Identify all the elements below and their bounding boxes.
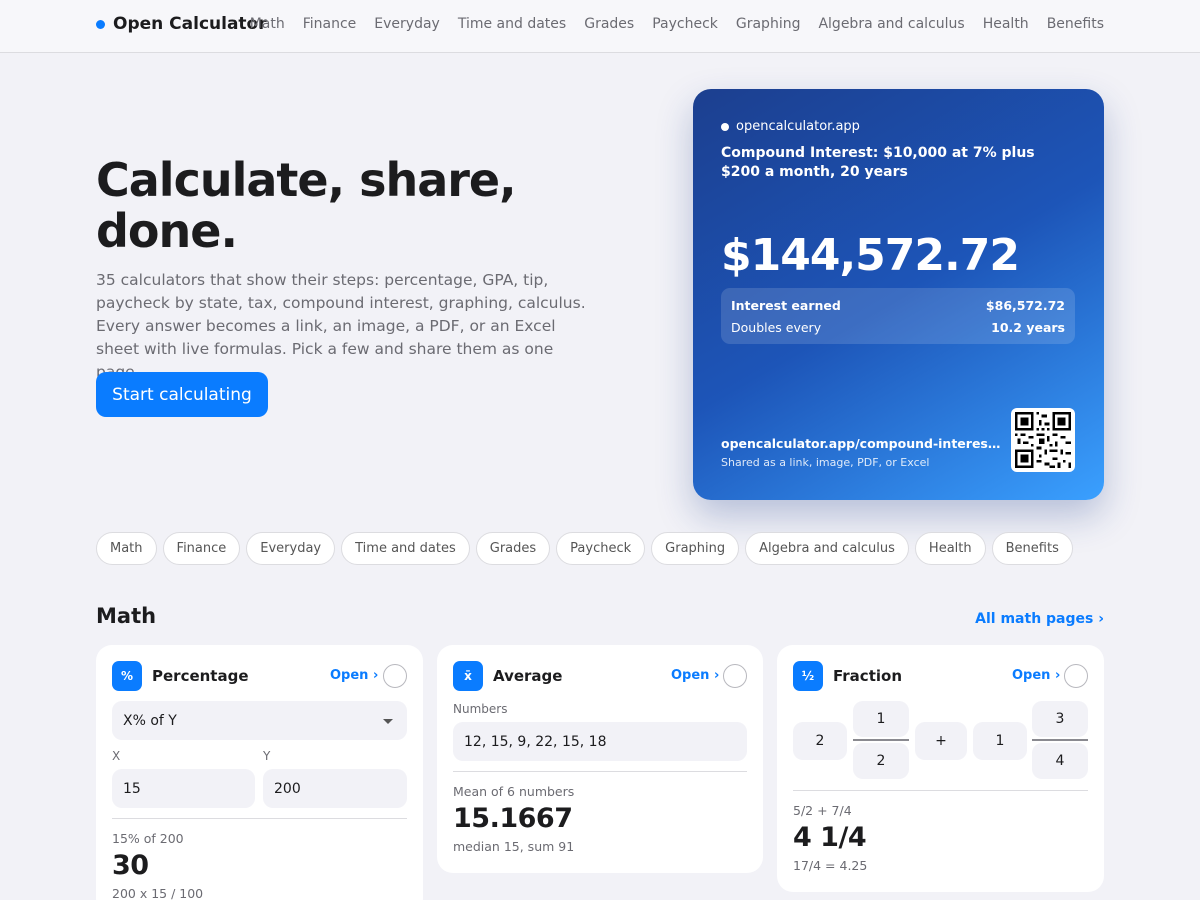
card-title: Average	[493, 667, 563, 685]
main-nav: Math Finance Everyday Time and dates Gra…	[250, 16, 1104, 32]
fraction-icon: ½	[793, 661, 823, 691]
brand-dot-icon	[96, 19, 105, 29]
top-bar: Open Calculator Math Finance Everyday Ti…	[0, 0, 1200, 53]
chip-everyday[interactable]: Everyday	[246, 532, 336, 565]
divider	[793, 790, 1088, 791]
stat-value: 10.2 years	[991, 320, 1065, 335]
chip-graphing[interactable]: Graphing	[651, 532, 740, 565]
select-toggle[interactable]	[1064, 664, 1088, 688]
open-link[interactable]: Open ›	[330, 668, 378, 683]
chip-math[interactable]: Math	[96, 532, 157, 565]
card-site: opencalculator.app	[721, 119, 860, 134]
y-label: Y	[263, 749, 271, 763]
nav-item-graphing[interactable]: Graphing	[736, 16, 801, 32]
stat-label: Interest earned	[731, 298, 841, 313]
nav-item-grades[interactable]: Grades	[584, 16, 634, 32]
nav-item-math[interactable]: Math	[250, 16, 285, 32]
stat-row: Interest earned $86,572.72	[731, 295, 1065, 317]
mean-icon: x̄	[453, 661, 483, 691]
nav-item-time-and-dates[interactable]: Time and dates	[458, 16, 566, 32]
select-toggle[interactable]	[723, 664, 747, 688]
chip-paycheck[interactable]: Paycheck	[556, 532, 646, 565]
average-calculator-card: x̄ Average Open › Numbers 12, 15, 9, 22,…	[437, 645, 763, 873]
numerator-input-1[interactable]: 1	[853, 701, 909, 737]
divider	[453, 771, 747, 772]
category-chips: Math Finance Everyday Time and dates Gra…	[96, 532, 1073, 565]
mode-select[interactable]: X% of Y	[112, 701, 407, 740]
result-value: 4 1/4	[793, 822, 867, 853]
percentage-calculator-card: % Percentage Open › X% of Y X Y 15 200 1…	[96, 645, 423, 900]
result-value: 15.1667	[453, 803, 573, 834]
result-value: 30	[112, 850, 149, 881]
chip-grades[interactable]: Grades	[475, 532, 551, 565]
card-header: % Percentage	[112, 661, 249, 691]
card-header: ½ Fraction	[793, 661, 902, 691]
card-site-name: opencalculator.app	[736, 119, 860, 134]
fraction-bar	[1032, 739, 1088, 741]
result-caption: Mean of 6 numbers	[453, 784, 575, 799]
card-title: Percentage	[152, 667, 249, 685]
nav-item-paycheck[interactable]: Paycheck	[652, 16, 718, 32]
denominator-input-1[interactable]: 2	[853, 743, 909, 779]
nav-item-finance[interactable]: Finance	[303, 16, 357, 32]
divider	[112, 818, 407, 819]
card-amount: $144,572.72	[721, 230, 1020, 281]
chevron-down-icon	[383, 719, 393, 724]
card-share-link[interactable]: opencalculator.app/compound-interest-cal…	[721, 436, 1001, 451]
fraction-calculator-card: ½ Fraction Open › 2 1 2 + 1 3 4 5/2 + 7/…	[777, 645, 1104, 892]
result-caption: 15% of 200	[112, 831, 184, 846]
chip-health[interactable]: Health	[914, 532, 986, 565]
start-calculating-button[interactable]: Start calculating	[96, 372, 268, 417]
qr-code-icon	[1011, 408, 1075, 472]
site-dot-icon	[721, 122, 729, 131]
result-detail: 200 x 15 / 100	[112, 886, 204, 900]
select-toggle[interactable]	[383, 664, 407, 688]
card-title: Fraction	[833, 667, 902, 685]
whole-number-input-2[interactable]: 1	[973, 722, 1027, 760]
x-input[interactable]: 15	[112, 769, 255, 808]
chip-benefits[interactable]: Benefits	[991, 532, 1073, 565]
numbers-label: Numbers	[453, 702, 508, 716]
denominator-input-2[interactable]: 4	[1032, 743, 1088, 779]
stat-label: Doubles every	[731, 320, 822, 335]
card-header: x̄ Average	[453, 661, 562, 691]
hero-title: Calculate, share, done.	[96, 153, 517, 258]
card-stats: Interest earned $86,572.72 Doubles every…	[721, 288, 1075, 344]
section-title-math: Math	[96, 604, 157, 628]
nav-item-health[interactable]: Health	[983, 16, 1029, 32]
all-math-pages-link[interactable]: All math pages ›	[975, 611, 1104, 627]
result-detail: median 15, sum 91	[453, 839, 575, 854]
brand-name: Open Calculator	[113, 14, 267, 34]
stat-value: $86,572.72	[985, 298, 1065, 313]
stat-row: Doubles every 10.2 years	[731, 317, 1065, 339]
card-description: Compound Interest: $10,000 at 7% plus $2…	[721, 145, 1035, 180]
card-share-note: Shared as a link, image, PDF, or Excel	[721, 456, 930, 469]
numbers-input[interactable]: 12, 15, 9, 22, 15, 18	[453, 722, 747, 761]
y-input[interactable]: 200	[263, 769, 407, 808]
hero: Calculate, share, done. 35 calculators t…	[96, 155, 596, 384]
chip-finance[interactable]: Finance	[162, 532, 241, 565]
chip-algebra-and-calculus[interactable]: Algebra and calculus	[745, 532, 909, 565]
result-caption: 5/2 + 7/4	[793, 803, 852, 818]
nav-item-benefits[interactable]: Benefits	[1047, 16, 1104, 32]
numerator-input-2[interactable]: 3	[1032, 701, 1088, 737]
operator-select[interactable]: +	[915, 722, 967, 760]
hero-subtitle: 35 calculators that show their steps: pe…	[96, 271, 586, 381]
brand[interactable]: Open Calculator	[96, 14, 267, 34]
chip-time-and-dates[interactable]: Time and dates	[341, 532, 470, 565]
mode-select-value: X% of Y	[123, 712, 177, 729]
whole-number-input-1[interactable]: 2	[793, 722, 847, 760]
fraction-bar	[853, 739, 909, 741]
x-label: X	[112, 749, 121, 763]
open-link[interactable]: Open ›	[671, 668, 719, 683]
open-link[interactable]: Open ›	[1012, 668, 1060, 683]
share-preview-card[interactable]: opencalculator.app Compound Interest: $1…	[693, 89, 1104, 500]
percent-icon: %	[112, 661, 142, 691]
result-detail: 17/4 = 4.25	[793, 858, 868, 873]
nav-item-everyday[interactable]: Everyday	[374, 16, 440, 32]
nav-item-algebra-and-calculus[interactable]: Algebra and calculus	[818, 16, 964, 32]
